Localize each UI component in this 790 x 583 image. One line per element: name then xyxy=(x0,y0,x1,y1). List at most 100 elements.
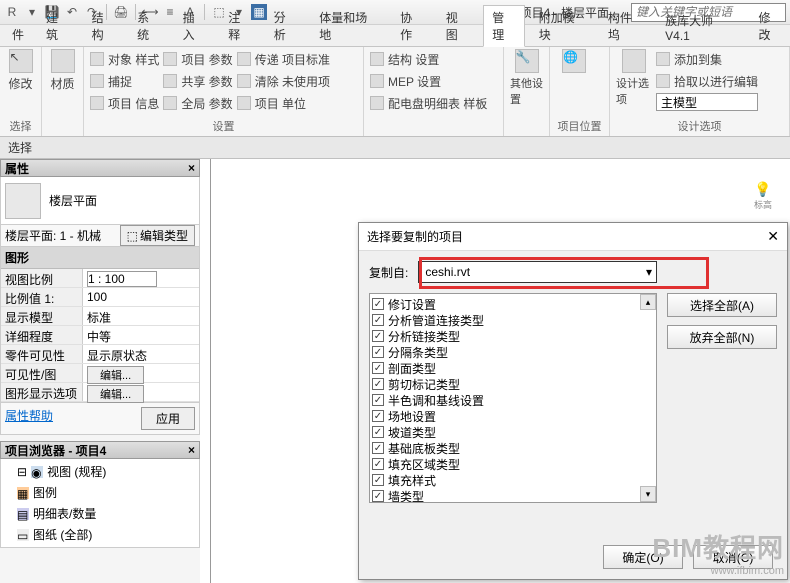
category-graphics: 图形 xyxy=(1,247,199,269)
other-settings-button[interactable]: 🔧其他设置 xyxy=(510,49,543,107)
dialog-titlebar: 选择要复制的项目 ✕ xyxy=(359,223,787,251)
ribbon-tabs: 件 建筑 结构 系统 插入 注释 分析 体量和场地 协作 视图 管理 附加模块 … xyxy=(0,25,790,47)
list-item[interactable]: ✓分析链接类型 xyxy=(372,328,654,344)
watermark: BIM教程网 www.ifbim.com xyxy=(652,528,784,577)
tab-collab[interactable]: 协作 xyxy=(392,6,432,46)
legend-icon: ▦ xyxy=(17,487,29,499)
row-scale-value: 比例值 1:100 xyxy=(1,288,199,307)
add-to-set-button[interactable]: 添加到集 xyxy=(656,49,758,69)
tab-system[interactable]: 系统 xyxy=(129,6,169,46)
tab-file[interactable]: 件 xyxy=(4,23,32,46)
tab-annotate[interactable]: 注释 xyxy=(220,6,260,46)
deselect-all-button[interactable]: 放弃全部(N) xyxy=(667,325,777,349)
checkbox-icon[interactable]: ✓ xyxy=(372,410,384,422)
checkbox-icon[interactable]: ✓ xyxy=(372,378,384,390)
list-item[interactable]: ✓填充样式 xyxy=(372,472,654,488)
edit-type-button[interactable]: ⬚编辑类型 xyxy=(120,225,195,246)
panel-schedule-button[interactable]: 配电盘明细表 样板 xyxy=(370,93,487,113)
tab-zuku[interactable]: 族库大师V4.1 xyxy=(657,9,744,46)
checkbox-icon[interactable]: ✓ xyxy=(372,298,384,310)
checkbox-icon[interactable]: ✓ xyxy=(372,474,384,486)
checkbox-icon[interactable]: ✓ xyxy=(372,394,384,406)
material-button[interactable]: 材质 xyxy=(48,49,77,92)
properties-grid: 图形 视图比例 比例值 1:100 显示模型标准 详细程度中等 零件可见性显示原… xyxy=(0,247,200,403)
pick-to-edit-button[interactable]: 拾取以进行编辑 xyxy=(656,71,758,91)
tree-schedules[interactable]: ▤明细表/数量 xyxy=(3,503,197,524)
tree-legends[interactable]: ▦图例 xyxy=(3,482,197,503)
row-graphic-disp: 图形显示选项编辑... xyxy=(1,383,199,402)
instance-label: 楼层平面: 1 - 机械 xyxy=(5,227,101,244)
copy-from-combo[interactable]: ceshi.rvt▾ xyxy=(418,261,657,283)
project-info-button[interactable]: 项目 信息 xyxy=(90,93,159,113)
properties-help-link[interactable]: 属性帮助 xyxy=(5,407,53,430)
modify-button[interactable]: ↖修改 xyxy=(6,49,35,92)
floorplan-icon xyxy=(5,183,41,219)
checkbox-icon[interactable]: ✓ xyxy=(372,490,384,502)
global-params-button[interactable]: 全局 参数 xyxy=(163,93,232,113)
tab-struct[interactable]: 结构 xyxy=(84,6,124,46)
project-browser: 项目浏览器 - 项目4× ⊟◉视图 (规程) ▦图例 ▤明细表/数量 ▭图纸 (… xyxy=(0,441,200,548)
project-params-button[interactable]: 项目 参数 xyxy=(163,49,232,69)
purge-button[interactable]: 清除 未使用项 xyxy=(237,71,330,91)
checkbox-icon[interactable]: ✓ xyxy=(372,458,384,470)
tab-analyze[interactable]: 分析 xyxy=(266,6,306,46)
snaps-button[interactable]: 捕捉 xyxy=(90,71,159,91)
select-all-button[interactable]: 选择全部(A) xyxy=(667,293,777,317)
struct-settings-button[interactable]: 结构 设置 xyxy=(370,49,487,69)
tab-manage[interactable]: 管理 xyxy=(483,5,525,47)
tab-view[interactable]: 视图 xyxy=(438,6,478,46)
close-icon[interactable]: × xyxy=(188,443,195,457)
project-units-button[interactable]: 项目 单位 xyxy=(237,93,330,113)
tab-goujianwu[interactable]: 构件坞 xyxy=(600,6,651,46)
wrench-icon: 🔧 xyxy=(515,49,539,73)
type-selector[interactable]: 楼层平面 xyxy=(49,192,97,209)
location-button[interactable]: 🌐 xyxy=(556,49,592,73)
list-item[interactable]: ✓半色调和基线设置 xyxy=(372,392,654,408)
list-item[interactable]: ✓分隔条类型 xyxy=(372,344,654,360)
scroll-down-button[interactable]: ▾ xyxy=(640,486,656,502)
dialog-title: 选择要复制的项目 xyxy=(367,228,463,245)
scroll-up-button[interactable]: ▴ xyxy=(640,294,656,310)
list-item[interactable]: ✓坡道类型 xyxy=(372,424,654,440)
checkbox-icon[interactable]: ✓ xyxy=(372,442,384,454)
row-parts-vis: 零件可见性显示原状态 xyxy=(1,345,199,364)
select-label: 选择 xyxy=(0,137,790,159)
list-item[interactable]: ✓填充区域类型 xyxy=(372,456,654,472)
copy-from-label: 复制自: xyxy=(369,264,408,281)
list-item[interactable]: ✓墙类型 xyxy=(372,488,654,503)
design-options-button[interactable]: 设计选项 xyxy=(616,49,652,107)
checkbox-icon[interactable]: ✓ xyxy=(372,362,384,374)
row-visibility: 可见性/图形...编辑... xyxy=(1,364,199,383)
items-listbox[interactable]: ▴ ▾ ✓修订设置✓分析管道连接类型✓分析链接类型✓分隔条类型✓剖面类型✓剪切标… xyxy=(369,293,657,503)
apply-button[interactable]: 应用 xyxy=(141,407,195,430)
list-item[interactable]: ✓修订设置 xyxy=(372,296,654,312)
checkbox-icon[interactable]: ✓ xyxy=(372,346,384,358)
checkbox-icon[interactable]: ✓ xyxy=(372,330,384,342)
transfer-standards-button[interactable]: 传递 项目标准 xyxy=(237,49,330,69)
tab-modify[interactable]: 修改 xyxy=(750,6,790,46)
list-item[interactable]: ✓剖面类型 xyxy=(372,360,654,376)
tree-sheets[interactable]: ▭图纸 (全部) xyxy=(3,524,197,545)
list-item[interactable]: ✓剪切标记类型 xyxy=(372,376,654,392)
tree-views[interactable]: ⊟◉视图 (规程) xyxy=(3,461,197,482)
list-item[interactable]: ✓分析管道连接类型 xyxy=(372,312,654,328)
ribbon: ↖修改 选择 材质 对象 样式 捕捉 项目 信息 项目 参数 共享 参数 全局 … xyxy=(0,47,790,137)
list-item[interactable]: ✓基础底板类型 xyxy=(372,440,654,456)
row-display-model: 显示模型标准 xyxy=(1,307,199,326)
main-model-combo[interactable]: 主模型 xyxy=(656,93,758,111)
shared-params-button[interactable]: 共享 参数 xyxy=(163,71,232,91)
browser-header: 项目浏览器 - 项目4× xyxy=(0,441,200,459)
app-icon[interactable]: R xyxy=(4,4,20,20)
tab-arch[interactable]: 建筑 xyxy=(38,6,78,46)
level-bulb-icon[interactable]: 💡标高 xyxy=(754,181,772,211)
checkbox-icon[interactable]: ✓ xyxy=(372,314,384,326)
tab-insert[interactable]: 插入 xyxy=(175,6,215,46)
list-item[interactable]: ✓场地设置 xyxy=(372,408,654,424)
dialog-close-button[interactable]: ✕ xyxy=(767,228,779,245)
close-icon[interactable]: × xyxy=(188,161,195,175)
tab-massing[interactable]: 体量和场地 xyxy=(311,6,386,46)
mep-settings-button[interactable]: MEP 设置 xyxy=(370,71,487,91)
checkbox-icon[interactable]: ✓ xyxy=(372,426,384,438)
object-styles-button[interactable]: 对象 样式 xyxy=(90,49,159,69)
tab-addins[interactable]: 附加模块 xyxy=(531,6,594,46)
